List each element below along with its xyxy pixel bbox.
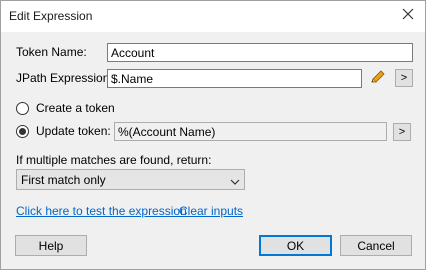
- update-token-radio[interactable]: [16, 125, 29, 138]
- chevron-down-icon: [230, 175, 240, 189]
- close-icon: [402, 8, 414, 23]
- ok-button[interactable]: OK: [259, 235, 332, 256]
- close-button[interactable]: [397, 5, 419, 25]
- token-name-label: Token Name:: [16, 45, 87, 59]
- help-button[interactable]: Help: [15, 235, 87, 256]
- create-token-label[interactable]: Create a token: [36, 101, 115, 115]
- pencil-icon: [369, 68, 387, 89]
- dialog-body: Token Name: Account JPath Expression: $.…: [1, 32, 425, 222]
- title-bar: Edit Expression: [1, 1, 425, 31]
- update-token-input[interactable]: %(Account Name): [114, 122, 387, 141]
- multiple-matches-select[interactable]: First match only: [16, 169, 245, 190]
- test-expression-link[interactable]: Click here to test the expression: [16, 204, 187, 218]
- multiple-matches-selected: First match only: [21, 173, 106, 187]
- dialog-footer: Help OK Cancel: [1, 222, 425, 269]
- token-name-input[interactable]: Account: [107, 43, 413, 62]
- edit-expression-dialog: Edit Expression Token Name: Account JPat…: [0, 0, 426, 270]
- edit-expression-button[interactable]: [369, 69, 387, 87]
- window-title: Edit Expression: [9, 9, 93, 23]
- jpath-more-button[interactable]: >: [395, 69, 413, 87]
- create-token-radio[interactable]: [16, 102, 29, 115]
- update-token-label[interactable]: Update token:: [36, 124, 111, 138]
- jpath-expression-input[interactable]: $.Name: [107, 69, 362, 88]
- multiple-matches-label: If multiple matches are found, return:: [16, 153, 212, 167]
- update-token-more-button[interactable]: >: [393, 123, 411, 141]
- cancel-button[interactable]: Cancel: [340, 235, 412, 256]
- jpath-expression-label: JPath Expression:: [16, 71, 113, 85]
- clear-inputs-link[interactable]: Clear inputs: [179, 204, 243, 218]
